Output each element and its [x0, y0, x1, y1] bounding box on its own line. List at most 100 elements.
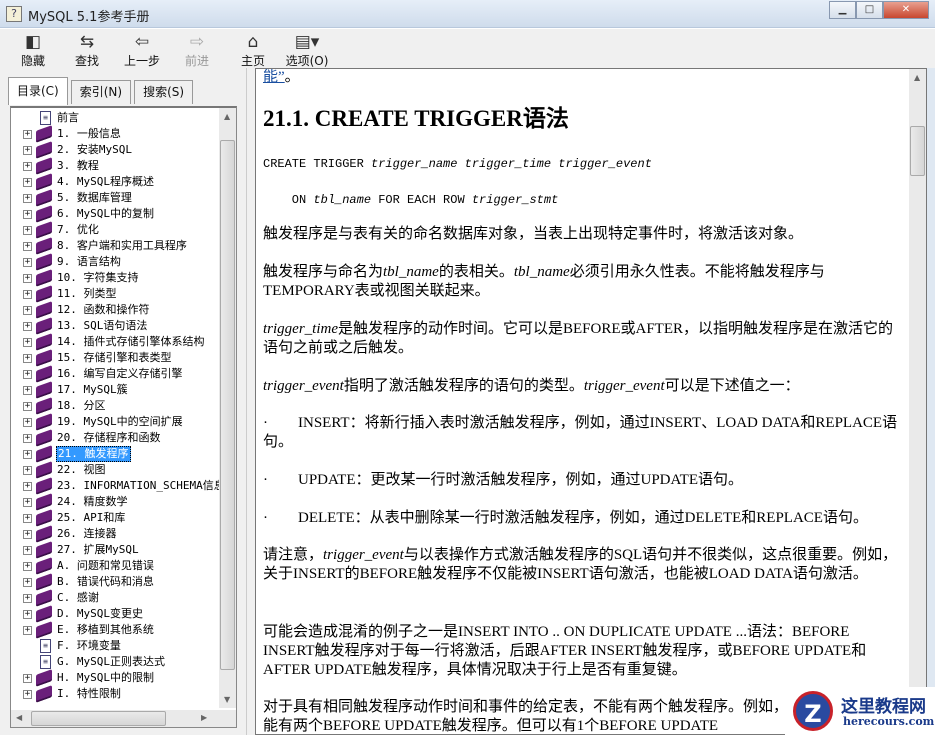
expand-plus-icon[interactable]: +	[23, 242, 32, 251]
expand-plus-icon[interactable]: +	[23, 482, 32, 491]
tree-item[interactable]: + H. MySQL中的限制	[11, 669, 219, 687]
expand-plus-icon[interactable]: +	[23, 226, 32, 235]
expand-plus-icon[interactable]: +	[23, 178, 32, 187]
expand-plus-icon[interactable]: +	[23, 498, 32, 507]
expand-plus-icon[interactable]: +	[23, 386, 32, 395]
tree-item[interactable]: +18. 分区	[11, 397, 219, 415]
scroll-left-arrow-icon[interactable]: ◀	[16, 713, 22, 722]
title-bar: ? MySQL 5.1参考手册 ▁ □ ✕	[0, 0, 935, 28]
scroll-up-arrow-icon[interactable]: ▲	[914, 73, 920, 82]
tree-item[interactable]: +9. 语言结构	[11, 253, 219, 271]
tree-item[interactable]: +11. 列类型	[11, 285, 219, 303]
tree-horizontal-scrollbar[interactable]: ◀ ▶	[11, 710, 236, 727]
toolbar-button-forward-arrow[interactable]: ⇨ 前进	[172, 32, 222, 69]
tree-item[interactable]: +25. API和库	[11, 509, 219, 527]
tree-item[interactable]: +2. 安装MySQL	[11, 141, 219, 159]
tab-0[interactable]: 目录(C)	[8, 77, 68, 105]
expand-plus-icon[interactable]: +	[23, 418, 32, 427]
expand-plus-icon[interactable]: +	[23, 354, 32, 363]
tree-item[interactable]: +20. 存储程序和函数	[11, 429, 219, 447]
expand-plus-icon[interactable]: +	[23, 258, 32, 267]
tree-item[interactable]: +7. 优化	[11, 221, 219, 239]
toolbar-button-back-arrow[interactable]: ⇦ 上一步	[117, 32, 167, 69]
tab-2[interactable]: 搜索(S)	[134, 80, 194, 104]
topic-link[interactable]: 能”	[263, 69, 285, 85]
expand-plus-icon[interactable]: +	[23, 450, 32, 459]
tree-item[interactable]: +22. 视图	[11, 461, 219, 479]
tree-item[interactable]: +12. 函数和操作符	[11, 301, 219, 319]
tree-item[interactable]: +8. 客户端和实用工具程序	[11, 237, 219, 255]
tree-item[interactable]: + A. 问题和常见错误	[11, 557, 219, 575]
tree-item[interactable]: +5. 数据库管理	[11, 189, 219, 207]
tree-item[interactable]: +15. 存储引擎和表类型	[11, 349, 219, 367]
expand-plus-icon[interactable]: +	[23, 626, 32, 635]
expand-plus-icon[interactable]: +	[23, 370, 32, 379]
expand-plus-icon[interactable]: +	[23, 674, 32, 683]
tree-item[interactable]: +21. 触发程序	[11, 445, 219, 463]
expand-plus-icon[interactable]: +	[23, 290, 32, 299]
tree-item[interactable]: +6. MySQL中的复制	[11, 205, 219, 223]
tree-item[interactable]: +16. 编写自定义存储引擎	[11, 365, 219, 383]
scrollbar-thumb[interactable]	[31, 711, 166, 726]
expand-plus-icon[interactable]: +	[23, 546, 32, 555]
expand-plus-icon[interactable]: +	[23, 690, 32, 699]
tree-item[interactable]: +23. INFORMATION_SCHEMA信息库	[11, 477, 219, 495]
tree-item[interactable]: +17. MySQL簇	[11, 381, 219, 399]
expand-plus-icon[interactable]: +	[23, 194, 32, 203]
tree-item[interactable]: + B. 错误代码和消息	[11, 573, 219, 591]
expand-plus-icon[interactable]: +	[23, 594, 32, 603]
expand-plus-icon[interactable]: +	[23, 578, 32, 587]
tree-item[interactable]: ≡ G. MySQL正则表达式	[11, 654, 219, 670]
tree-item[interactable]: ≡ 前言	[11, 110, 219, 126]
expand-plus-icon[interactable]: +	[23, 514, 32, 523]
expand-plus-icon[interactable]: +	[23, 434, 32, 443]
tree-item[interactable]: +26. 连接器	[11, 525, 219, 543]
tree-item[interactable]: +14. 插件式存储引擎体系结构	[11, 333, 219, 351]
tree-item[interactable]: ≡ F. 环境变量	[11, 638, 219, 654]
expand-plus-icon[interactable]: +	[23, 162, 32, 171]
tree-item[interactable]: + I. 特性限制	[11, 685, 219, 703]
toolbar-button-locate[interactable]: ⇆ 查找	[62, 32, 112, 69]
maximize-button[interactable]: □	[856, 1, 883, 19]
tree-vertical-scrollbar[interactable]: ▲ ▼	[219, 108, 236, 708]
tree-item[interactable]: +13. SQL语句语法	[11, 317, 219, 335]
minimize-button[interactable]: ▁	[829, 1, 856, 19]
expand-plus-icon[interactable]: +	[23, 146, 32, 155]
expand-plus-icon[interactable]: +	[23, 466, 32, 475]
tree-item[interactable]: + D. MySQL变更史	[11, 605, 219, 623]
expand-plus-icon[interactable]: +	[23, 210, 32, 219]
expand-plus-icon[interactable]: +	[23, 306, 32, 315]
expand-plus-icon[interactable]: +	[23, 322, 32, 331]
expand-plus-icon[interactable]: +	[23, 530, 32, 539]
tab-1[interactable]: 索引(N)	[70, 80, 132, 104]
toolbar-button-home[interactable]: ⌂ 主页	[228, 32, 278, 69]
expand-plus-icon[interactable]: +	[23, 610, 32, 619]
scroll-down-arrow-icon[interactable]: ▼	[224, 695, 230, 704]
italic-term: trigger_time	[464, 157, 552, 171]
expand-plus-icon[interactable]: +	[23, 402, 32, 411]
tree-item[interactable]: + E. 移植到其他系统	[11, 621, 219, 639]
tree-item[interactable]: +27. 扩展MySQL	[11, 541, 219, 559]
tree-item[interactable]: +3. 教程	[11, 157, 219, 175]
tree-item[interactable]: +24. 精度数学	[11, 493, 219, 511]
scrollbar-thumb[interactable]	[910, 126, 925, 176]
scroll-up-arrow-icon[interactable]: ▲	[224, 112, 230, 121]
expand-plus-icon[interactable]: +	[23, 562, 32, 571]
scroll-right-arrow-icon[interactable]: ▶	[201, 713, 207, 722]
tree-item[interactable]: +19. MySQL中的空间扩展	[11, 413, 219, 431]
tree-item[interactable]: + C. 感谢	[11, 589, 219, 607]
tree-item[interactable]: +4. MySQL程序概述	[11, 173, 219, 191]
tree-item[interactable]: +1. 一般信息	[11, 125, 219, 143]
content-vertical-scrollbar[interactable]: ▲	[909, 69, 926, 734]
italic-term: tbl_name	[383, 264, 439, 280]
tree-item[interactable]: +10. 字符集支持	[11, 269, 219, 287]
expand-plus-icon[interactable]: +	[23, 338, 32, 347]
toolbar-button-options[interactable]: ▤▾ 选项(O)	[282, 32, 332, 69]
book-icon	[36, 157, 52, 175]
expand-plus-icon[interactable]: +	[23, 130, 32, 139]
expand-plus-icon[interactable]: +	[23, 274, 32, 283]
scrollbar-thumb[interactable]	[220, 140, 235, 670]
pane-splitter[interactable]	[246, 68, 255, 735]
toolbar-button-hide[interactable]: ◧ 隐藏	[8, 32, 58, 69]
close-button[interactable]: ✕	[883, 1, 929, 19]
